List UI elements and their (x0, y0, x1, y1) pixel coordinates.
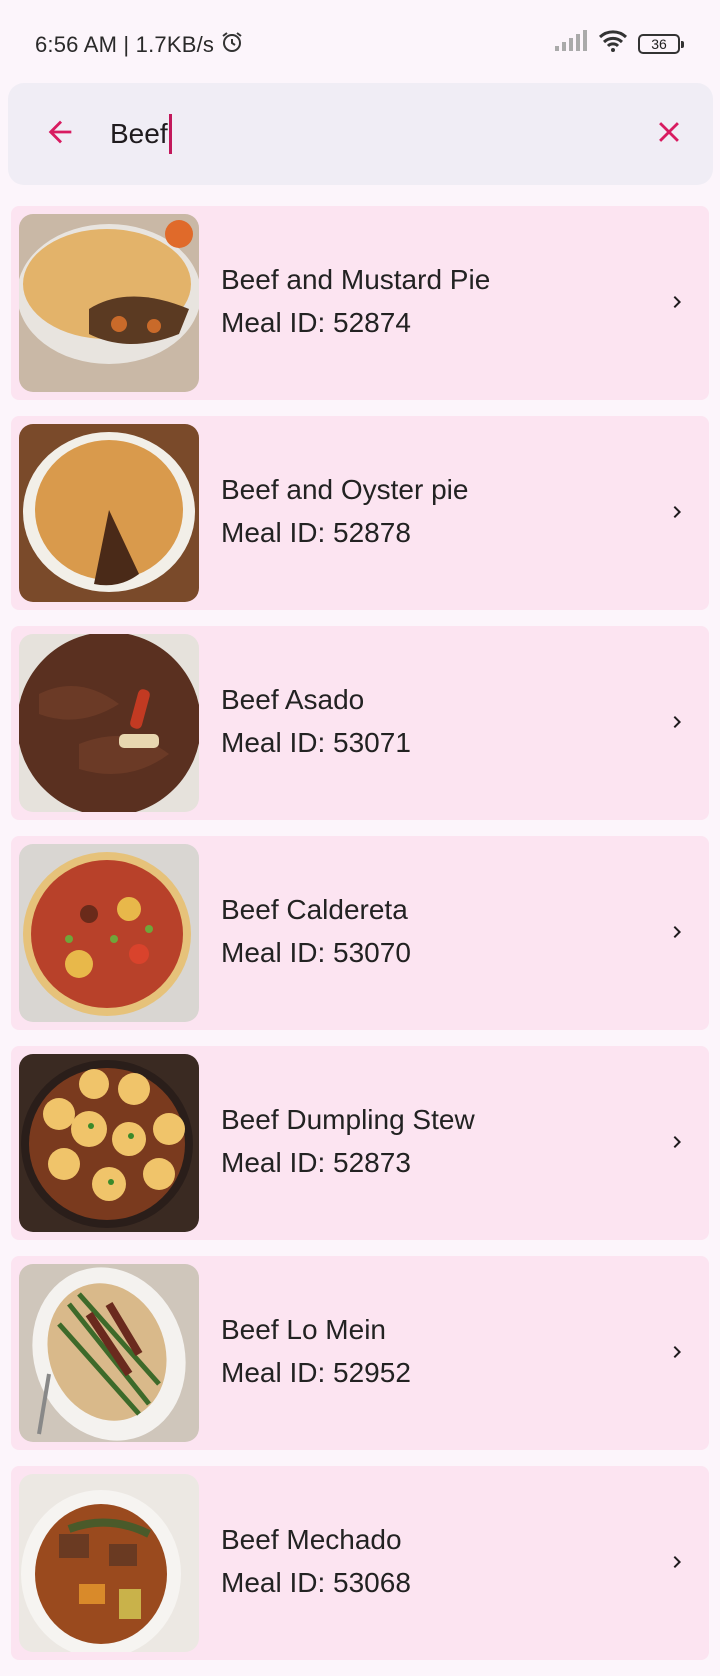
meal-card[interactable]: Beef and Mustard Pie Meal ID: 52874 (11, 206, 709, 400)
meal-card[interactable]: Beef Mechado Meal ID: 53068 (11, 1466, 709, 1660)
meal-id: Meal ID: 52878 (221, 517, 411, 548)
meal-thumbnail (19, 634, 199, 812)
meal-name: Beef Lo Mein (221, 1314, 386, 1345)
search-bar: Beef (8, 83, 713, 185)
meal-name: Beef Caldereta (221, 894, 408, 925)
meal-thumbnail (19, 1474, 199, 1652)
meal-name: Beef Mechado (221, 1524, 402, 1555)
meal-thumbnail (19, 1264, 199, 1442)
alarm-icon (220, 30, 244, 60)
search-query: Beef (110, 118, 168, 149)
chevron-right-icon (665, 920, 689, 944)
chevron-right-icon (665, 500, 689, 524)
meal-id: Meal ID: 53070 (221, 937, 411, 968)
chevron-right-icon (665, 1550, 689, 1574)
meal-id: Meal ID: 52873 (221, 1147, 411, 1178)
wifi-icon (598, 30, 628, 57)
meal-id: Meal ID: 52874 (221, 307, 411, 338)
chevron-right-icon (665, 1130, 689, 1154)
meal-thumbnail (19, 424, 199, 602)
meal-card[interactable]: Beef Dumpling Stew Meal ID: 52873 (11, 1046, 709, 1240)
meal-thumbnail (19, 1054, 199, 1232)
meal-card[interactable]: Beef and Oyster pie Meal ID: 52878 (11, 416, 709, 610)
search-input[interactable]: Beef (110, 113, 172, 155)
meal-name: Beef and Oyster pie (221, 474, 469, 505)
meal-name: Beef Dumpling Stew (221, 1104, 475, 1135)
meal-id: Meal ID: 53071 (221, 727, 411, 758)
meal-thumbnail (19, 844, 199, 1022)
clear-button[interactable] (645, 110, 693, 158)
meal-id: Meal ID: 53068 (221, 1567, 411, 1598)
close-icon (652, 115, 686, 154)
chevron-right-icon (665, 710, 689, 734)
meal-list: Beef and Mustard Pie Meal ID: 52874 Beef… (11, 206, 709, 1676)
status-bar: 6:56 AM | 1.7KB/s 36 (0, 0, 720, 80)
meal-name: Beef and Mustard Pie (221, 264, 491, 295)
text-cursor (168, 114, 172, 154)
meal-card[interactable]: Beef Caldereta Meal ID: 53070 (11, 836, 709, 1030)
meal-name: Beef Asado (221, 684, 365, 715)
signal-icon (554, 30, 588, 57)
meal-card[interactable]: Beef Asado Meal ID: 53071 (11, 626, 709, 820)
meal-card[interactable]: Beef Lo Mein Meal ID: 52952 (11, 1256, 709, 1450)
meal-id: Meal ID: 52952 (221, 1357, 411, 1388)
battery-icon: 36 (638, 33, 684, 54)
arrow-back-icon (43, 115, 77, 154)
chevron-right-icon (665, 1340, 689, 1364)
meal-thumbnail (19, 214, 199, 392)
back-button[interactable] (36, 110, 84, 158)
chevron-right-icon (665, 290, 689, 314)
status-time: 6:56 AM | 1.7KB/s (35, 32, 215, 57)
